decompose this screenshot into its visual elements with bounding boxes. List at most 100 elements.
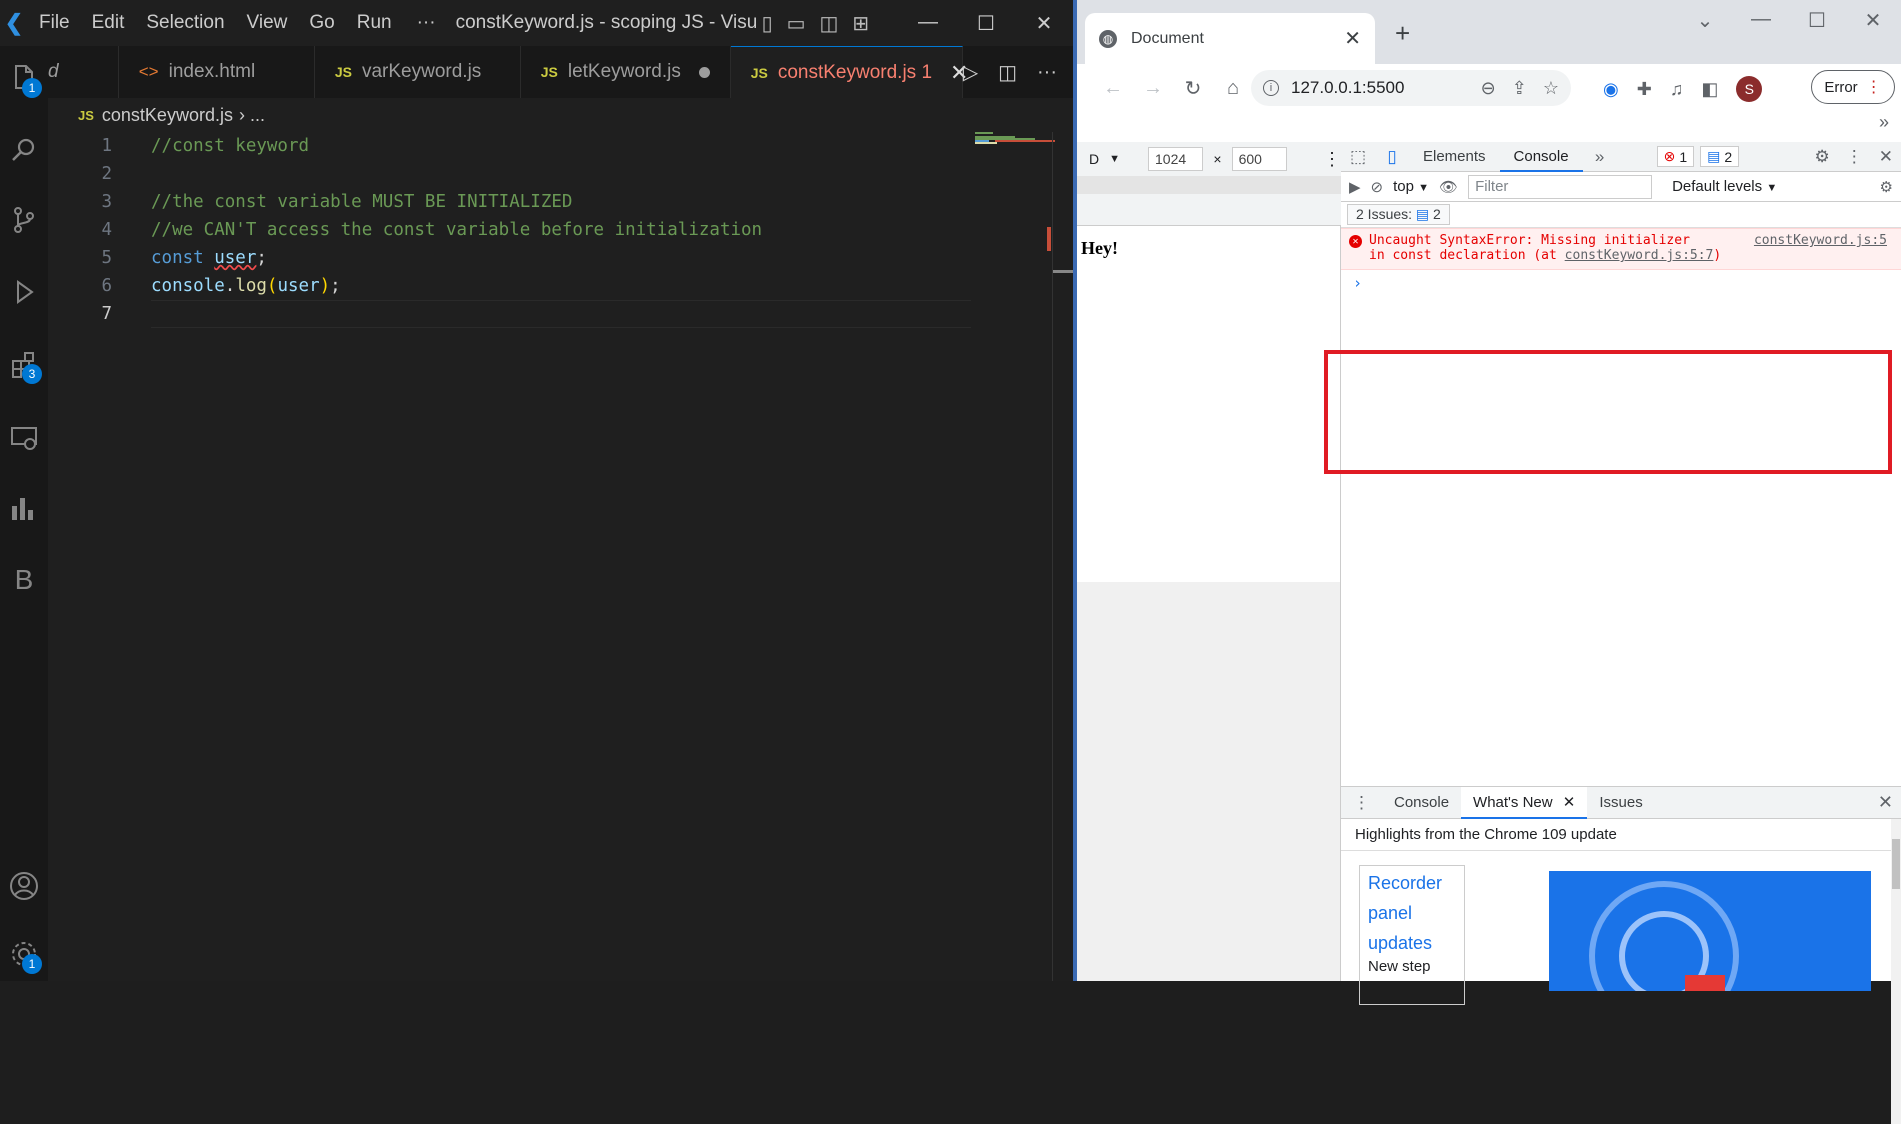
tab-search-icon[interactable]: ⌄ [1677,8,1733,33]
toggle-panel-icon[interactable]: ▭ [787,11,806,36]
source-control-icon[interactable] [0,196,48,244]
editor-scrollbar[interactable] [1052,132,1073,981]
close-window-icon[interactable]: ✕ [1015,11,1073,36]
console-prompt[interactable]: › [1341,270,1901,292]
minimize-icon[interactable]: — [1733,8,1789,33]
minimap[interactable] [975,130,1055,150]
drawer-menu-icon[interactable]: ⋮ [1341,787,1382,819]
issues-button[interactable]: 2 Issues: ▤ 2 [1347,204,1450,225]
toggle-secondary-sidebar-icon[interactable]: ◫ [820,11,839,36]
extension-icon[interactable]: ◉ [1603,79,1619,100]
maximize-icon[interactable]: ☐ [957,11,1015,36]
error-source-link[interactable]: constKeyword.js:5 [1754,233,1887,248]
annotation-highlight-box [1324,350,1892,474]
tab-constkeyword[interactable]: JSconstKeyword.js 1✕ [731,46,963,98]
tab-letkeyword[interactable]: JSletKeyword.js [521,46,731,98]
clear-console-icon[interactable]: ⊘ [1371,178,1384,196]
manage-gear-icon[interactable]: 1 [0,930,48,978]
side-panel-icon[interactable]: ◧ [1701,79,1718,100]
minimize-icon[interactable]: — [899,11,957,36]
b-extension-icon[interactable]: B [0,556,48,604]
profile-avatar[interactable]: S [1736,76,1762,102]
drawer-tab-console[interactable]: Console [1382,787,1461,819]
settings-gear-icon[interactable]: ⚙ [1815,147,1830,167]
device-width-input[interactable]: 1024 [1148,147,1203,171]
menu-edit[interactable]: Edit [81,0,136,46]
forward-icon[interactable]: → [1133,77,1173,100]
breadcrumb-file[interactable]: constKeyword.js [102,105,233,126]
split-editor-icon[interactable]: ◫ [998,60,1017,85]
error-counter[interactable]: ⊗1 [1657,146,1695,167]
sidebar-toggle-icon[interactable]: ▶ [1349,178,1361,196]
log-levels-select[interactable]: Default levels ▼ [1672,178,1777,195]
close-window-icon[interactable]: ✕ [1845,8,1901,33]
tab-index-html[interactable]: <>index.html [119,46,315,98]
message-icon: ▤ [1707,148,1720,165]
message-counter[interactable]: ▤2 [1700,146,1739,167]
tab-truncated[interactable]: d [48,46,119,98]
site-info-icon[interactable]: i [1263,80,1279,96]
menu-view[interactable]: View [236,0,299,46]
error-update-button[interactable]: Error ⋮ [1811,70,1895,104]
drawer-tab-whats-new[interactable]: What's New ✕ [1461,787,1587,819]
maximize-icon[interactable]: ☐ [1789,8,1845,33]
tab-console[interactable]: Console [1500,142,1583,172]
home-icon[interactable]: ⌂ [1213,77,1253,100]
menu-go[interactable]: Go [298,0,345,46]
share-icon[interactable]: ⇪ [1512,78,1527,99]
device-select[interactable]: D [1089,151,1099,167]
drawer-scrollbar[interactable] [1891,819,1901,1124]
console-settings-icon[interactable]: ⚙ [1880,178,1901,196]
run-debug-icon[interactable] [0,268,48,316]
console-filter-input[interactable]: Filter [1468,175,1652,199]
menu-file[interactable]: File [28,0,81,46]
bookmarks-bar: » [1077,112,1901,142]
error-location-link[interactable]: constKeyword.js:5:7 [1565,248,1714,263]
inspect-element-icon[interactable]: ⬚ [1341,147,1375,167]
url-text: 127.0.0.1:5500 [1291,78,1404,98]
line-number: 2 [48,164,112,184]
customize-layout-icon[interactable]: ⊞ [852,11,869,36]
menu-more[interactable]: ··· [403,12,450,34]
extensions-icon[interactable]: 3 [0,340,48,388]
device-toggle-icon[interactable]: ▯ [1375,147,1409,167]
search-icon[interactable] [0,126,48,174]
menu-run[interactable]: Run [346,0,403,46]
menu-selection[interactable]: Selection [135,0,235,46]
remote-explorer-icon[interactable] [0,414,48,462]
live-expression-eye-icon[interactable]: 👁 [1439,178,1458,196]
close-drawer-icon[interactable]: ✕ [1878,792,1901,813]
tab-elements[interactable]: Elements [1409,142,1500,172]
device-height-input[interactable]: 600 [1232,147,1287,171]
breadcrumb-rest[interactable]: › ... [239,105,265,126]
more-actions-icon[interactable]: ··· [1037,61,1057,84]
more-tabs-icon[interactable]: » [1583,147,1617,167]
close-tab-icon[interactable]: ✕ [1344,26,1361,51]
back-icon[interactable]: ← [1093,77,1133,100]
address-bar[interactable]: i 127.0.0.1:5500 ⊖ ⇪ ☆ [1251,70,1571,106]
reload-icon[interactable]: ↻ [1173,76,1213,101]
close-devtools-icon[interactable]: ✕ [1879,147,1893,167]
context-select[interactable]: top ▼ [1393,178,1429,195]
media-controls-icon[interactable]: ♫ [1670,79,1684,100]
puzzle-extensions-icon[interactable]: ✚ [1637,79,1652,100]
run-file-icon[interactable]: ▷ [963,60,978,85]
close-tab-icon[interactable]: ✕ [1563,794,1576,811]
drawer-tab-issues[interactable]: Issues [1587,787,1654,819]
devtools-menu-icon[interactable]: ⋮ [1846,147,1863,167]
new-tab-icon[interactable]: + [1395,18,1410,49]
chevron-down-icon: ▼ [1418,182,1429,194]
device-more-icon[interactable]: ⋮ [1323,149,1341,170]
tab-varkeyword[interactable]: JSvarKeyword.js [315,46,521,98]
bookmarks-overflow[interactable]: » [1879,112,1889,132]
toggle-sidebar-icon[interactable]: ▯ [762,11,773,36]
explorer-icon[interactable]: 1 [0,54,48,102]
bookmark-star-icon[interactable]: ☆ [1543,78,1559,99]
browser-tab[interactable]: ◍ Document ✕ [1085,13,1375,64]
accounts-icon[interactable] [0,862,48,910]
whats-new-card[interactable]: Recorder panel updates New step [1359,865,1465,1005]
zoom-icon[interactable]: ⊖ [1481,78,1496,99]
js-file-icon: JS [541,64,558,80]
charts-icon[interactable] [0,484,48,532]
code-editor[interactable]: 1//const keyword 2 3//the const variable… [48,132,1048,981]
